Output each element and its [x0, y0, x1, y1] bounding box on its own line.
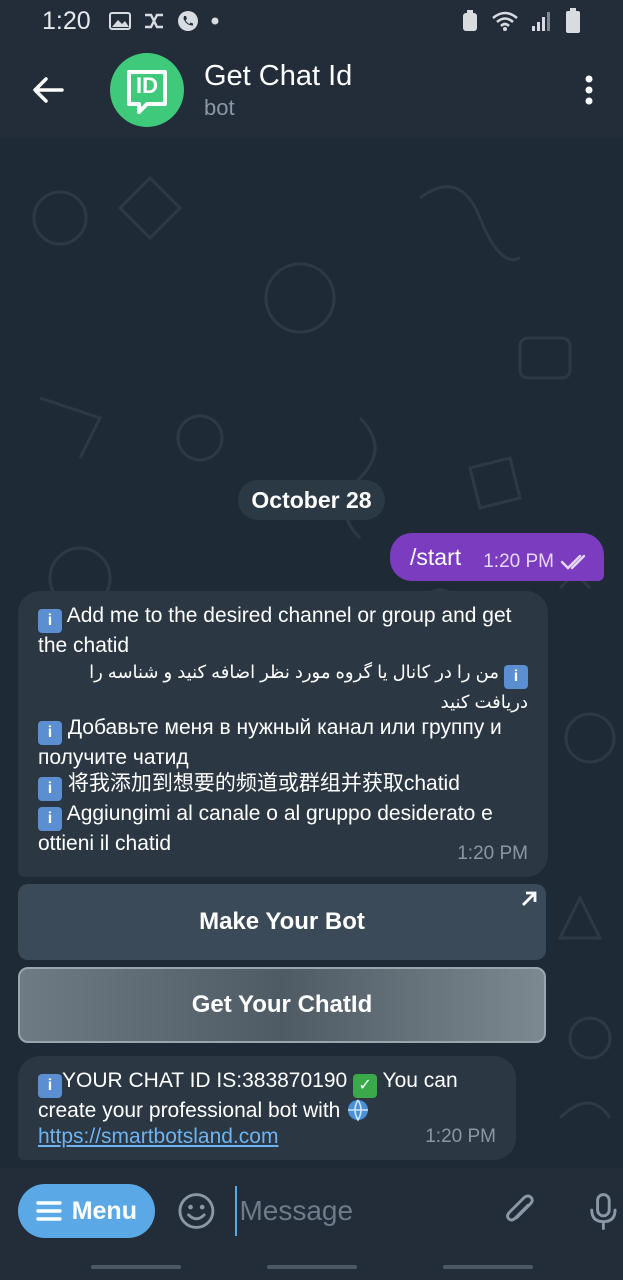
status-system-icons: [461, 8, 581, 34]
header-title-block[interactable]: Get Chat Id bot: [204, 58, 352, 122]
nav-back[interactable]: [442, 1265, 533, 1269]
message-line-chinese: i 将我添加到想要的频道或群组并获取chatid: [38, 771, 528, 801]
microphone-icon[interactable]: [584, 1191, 623, 1231]
menu-label: Menu: [71, 1196, 137, 1225]
gallery-icon: [108, 12, 131, 30]
message-input[interactable]: [235, 1186, 466, 1236]
paperclip-icon[interactable]: [501, 1191, 540, 1231]
more-options-button[interactable]: [559, 42, 619, 138]
back-button[interactable]: [0, 42, 96, 138]
status-notification-icons: [108, 10, 219, 32]
chat-header: ID Get Chat Id bot: [0, 42, 623, 138]
wifi-icon: [492, 11, 518, 31]
avatar-text: ID: [136, 73, 158, 98]
status-time: 1:20: [42, 6, 91, 35]
message-composer: Menu: [0, 1168, 623, 1254]
info-icon: i: [504, 665, 528, 689]
message-line-russian: i Добавьте меня в нужный канал или групп…: [38, 716, 502, 769]
system-navigation-bar: [0, 1254, 623, 1280]
outgoing-message-meta: 1:20 PM: [483, 551, 590, 573]
date-chip: October 28: [238, 480, 385, 520]
more-vertical-icon: [585, 75, 593, 105]
status-bar: 1:20: [0, 0, 623, 42]
info-icon: i: [38, 609, 62, 633]
shuffle-icon: [144, 13, 163, 29]
battery-icon: [566, 8, 580, 33]
double-check-icon: [560, 554, 586, 570]
incoming-message-time: 1:20 PM: [457, 843, 528, 864]
arrow-left-icon: [33, 77, 64, 103]
outgoing-message[interactable]: /start 1:20 PM: [390, 533, 604, 581]
chat-subtitle: bot: [204, 95, 235, 120]
incoming-message-2-time: 1:20 PM: [425, 1126, 496, 1147]
info-icon: i: [38, 807, 62, 831]
check-mark-icon: ✓: [353, 1074, 378, 1098]
chat-area[interactable]: October 28 /start 1:20 PM i Add me to th…: [0, 138, 623, 1168]
make-your-bot-label: Make Your Bot: [199, 908, 365, 935]
make-your-bot-button[interactable]: Make Your Bot: [18, 884, 546, 960]
external-link-arrow-icon: [522, 891, 537, 906]
chat-id-line: i YOUR CHAT ID IS:383870190: [38, 1069, 347, 1098]
info-icon: i: [38, 1074, 62, 1098]
nav-recent-apps[interactable]: [90, 1265, 181, 1269]
get-your-chatid-button[interactable]: Get Your ChatId: [18, 967, 546, 1043]
chat-title: Get Chat Id: [204, 60, 353, 92]
phone-call-icon: [177, 11, 198, 31]
hamburger-icon: [35, 1201, 62, 1221]
message-line-persian: i من را در کانال یا گروه مورد نظر اضافه …: [89, 662, 528, 712]
info-icon: i: [38, 721, 62, 745]
signal-icon: [532, 12, 550, 31]
bot-avatar[interactable]: ID: [110, 53, 184, 127]
info-icon: i: [38, 777, 62, 801]
outgoing-message-time: 1:20 PM: [483, 551, 554, 572]
smartbotsland-link[interactable]: https://smartbotsland.com: [38, 1125, 278, 1148]
message-line-english: i Add me to the desired channel or group…: [38, 604, 512, 657]
globe-icon: [348, 1099, 369, 1122]
dot-icon: [211, 17, 219, 25]
menu-button[interactable]: Menu: [18, 1184, 155, 1238]
emoji-icon[interactable]: [177, 1191, 216, 1231]
incoming-message-chat-id[interactable]: i YOUR CHAT ID IS:383870190 ✓ You can cre…: [18, 1056, 516, 1160]
incoming-message-instructions[interactable]: i Add me to the desired channel or group…: [18, 591, 548, 877]
outgoing-message-text: /start: [410, 543, 462, 570]
message-line-italian: i Aggiungimi al canale o al gruppo desid…: [38, 802, 493, 855]
battery-saver-icon: [463, 10, 477, 31]
nav-home[interactable]: [266, 1265, 357, 1269]
get-your-chatid-label: Get Your ChatId: [191, 991, 373, 1018]
